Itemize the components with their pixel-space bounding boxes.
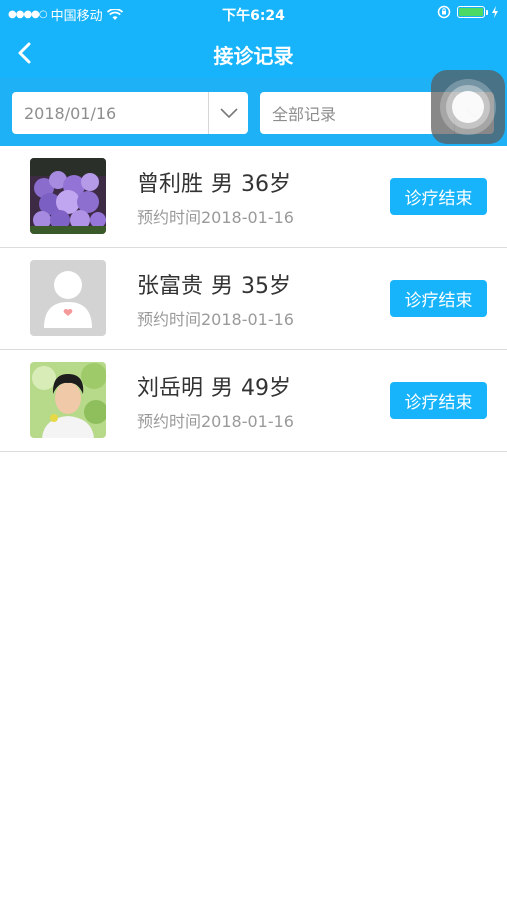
orientation-lock-icon (437, 5, 451, 19)
patient-info: 刘岳明男 49岁 (137, 370, 299, 402)
patient-name: 曾利胜 (137, 172, 204, 197)
finish-treatment-button[interactable]: 诊疗结束 (390, 382, 487, 419)
status-time: 下午6:24 (222, 8, 285, 24)
patient-info: 张富贵男 35岁 (137, 268, 299, 300)
appointment-time: 预约时间2018-01-16 (137, 208, 294, 227)
appointment-time: 预约时间2018-01-16 (137, 310, 294, 329)
list-item[interactable]: 曾利胜男 36岁 预约时间2018-01-16 诊疗结束 (0, 146, 507, 248)
list-item[interactable]: 张富贵男 35岁 预约时间2018-01-16 诊疗结束 (0, 248, 507, 350)
patient-gender: 男 (211, 376, 234, 401)
chevron-down-icon (208, 92, 248, 134)
patient-gender: 男 (211, 274, 234, 299)
patient-name: 张富贵 (137, 274, 204, 299)
patient-age: 36岁 (241, 172, 292, 197)
assistive-touch-button[interactable] (431, 70, 505, 144)
record-type-select-value: 全部记录 (272, 105, 337, 124)
finish-treatment-button[interactable]: 诊疗结束 (390, 178, 487, 215)
appointment-time: 预约时间2018-01-16 (137, 412, 294, 431)
date-select[interactable]: 2018/01/16 (12, 92, 248, 134)
page-title: 接诊记录 (213, 44, 294, 68)
battery-icon (457, 6, 488, 18)
list-item[interactable]: 刘岳明男 49岁 预约时间2018-01-16 诊疗结束 (0, 350, 507, 452)
patient-age: 49岁 (241, 376, 292, 401)
avatar (30, 260, 106, 336)
patient-name: 刘岳明 (137, 376, 204, 401)
navigation-bar: 接诊记录 (0, 28, 507, 78)
status-right (437, 5, 499, 19)
patient-gender: 男 (211, 172, 234, 197)
patient-age: 35岁 (241, 274, 292, 299)
date-select-value: 2018/01/16 (24, 103, 117, 123)
record-list: 曾利胜男 36岁 预约时间2018-01-16 诊疗结束 张富贵男 35岁 预约时间… (0, 146, 507, 452)
charging-icon (492, 6, 498, 18)
avatar (30, 362, 106, 438)
patient-info: 曾利胜男 36岁 (137, 166, 299, 198)
finish-treatment-button[interactable]: 诊疗结束 (390, 280, 487, 317)
status-bar: ●●●●○ 中国移动 下午6:24 (0, 0, 507, 28)
avatar (30, 158, 106, 234)
